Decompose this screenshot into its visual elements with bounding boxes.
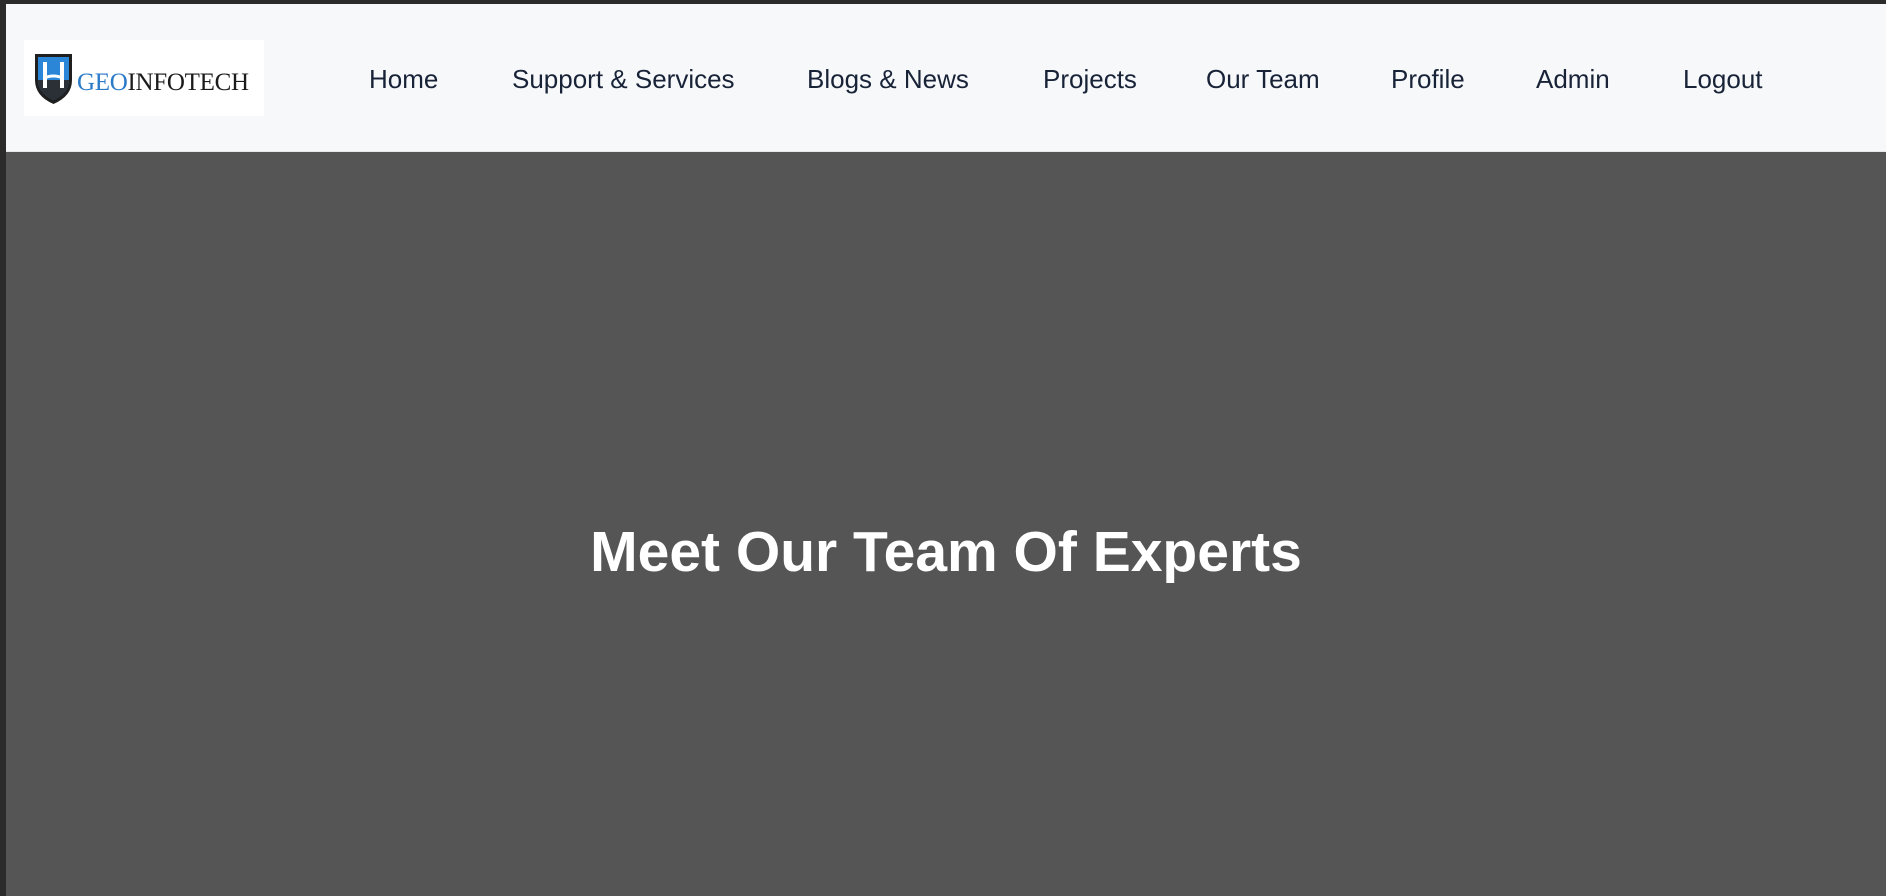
nav-our-team-link[interactable]: Our Team (1206, 64, 1320, 94)
shield-h-logo-icon (35, 54, 72, 104)
nav-logout-link[interactable]: Logout (1683, 64, 1763, 94)
browser-viewport: GEOINFOTECH Home Support & Services Blog… (6, 4, 1886, 896)
hero-title: Meet Our Team Of Experts (590, 520, 1302, 584)
logo-text-geo: GEO (77, 69, 128, 96)
nav-home-link[interactable]: Home (369, 64, 438, 94)
nav-blogs-news-link[interactable]: Blogs & News (807, 64, 969, 94)
navbar: GEOINFOTECH Home Support & Services Blog… (6, 4, 1886, 152)
nav-profile-link[interactable]: Profile (1391, 64, 1465, 94)
nav-admin-link[interactable]: Admin (1536, 64, 1610, 94)
logo-text-infotech: INFOTECH (127, 69, 249, 96)
nav-support-services-link[interactable]: Support & Services (512, 64, 735, 94)
nav-projects-link[interactable]: Projects (1043, 64, 1137, 94)
site-logo[interactable]: GEOINFOTECH (24, 40, 264, 116)
logo-wordmark: GEOINFOTECH (77, 70, 249, 95)
